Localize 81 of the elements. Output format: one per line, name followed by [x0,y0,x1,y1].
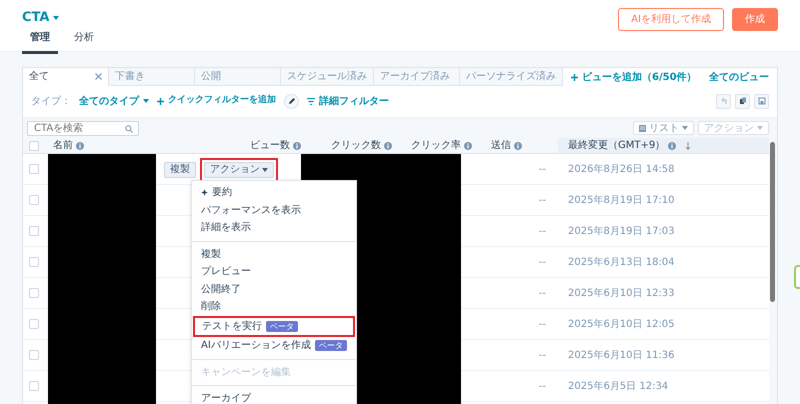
row-actions-button[interactable]: アクション [204,162,274,178]
page-title: CTA [22,9,50,27]
menu-item[interactable]: 削除 [192,298,356,316]
row-checkbox[interactable] [29,319,39,329]
menu-item[interactable]: パフォーマンスを表示 [192,202,356,219]
select-all-checkbox[interactable] [29,140,39,150]
all-views-link[interactable]: 全てのビュー [709,70,769,84]
plus-icon [157,98,164,104]
table-cell-text: -- [538,224,546,238]
caret-icon [262,168,268,172]
table-cell-text: 2025年8月19日 17:03 [568,224,675,238]
copy-icon [738,97,746,105]
row-checkbox[interactable] [29,350,39,360]
sort-icon [685,142,692,150]
table-cell-text: 2025年6月10日 12:33 [568,286,675,300]
column-header[interactable]: 送信 [486,138,558,153]
row-checkbox[interactable] [29,164,39,174]
scrollbar[interactable] [769,138,777,404]
beta-badge: ベータ [314,340,347,352]
caret-icon [53,16,60,20]
row-checkbox[interactable] [29,288,39,298]
quick-filter-link[interactable]: クイックフィルターを追加 [157,94,276,108]
info-icon [514,142,522,150]
caret-icon [682,126,688,130]
filter-icon [307,98,315,104]
page-tab[interactable]: 分析 [66,28,102,54]
info-icon [464,142,472,150]
save-icon [758,97,766,105]
info-icon [384,142,392,150]
menu-item[interactable]: AIバリエーションを作成 ベータ [192,337,356,354]
table-cell-text: 2025年6月5日 12:34 [568,380,668,394]
table-cell-text: 2026年8月26日 14:58 [568,162,675,176]
plus-icon [571,74,578,80]
caret-icon [757,126,763,130]
menu-item[interactable]: プレビュー [192,263,356,280]
close-icon [95,73,102,80]
menu-item[interactable]: 要約 [192,184,356,202]
copy-button[interactable] [735,94,750,108]
menu-item[interactable]: 詳細を表示 [192,219,356,236]
menu-item[interactable]: 公開終了 [192,280,356,298]
caret-icon [143,99,149,103]
table-cell-text: -- [538,380,546,394]
add-view-link[interactable]: ビューを追加（6/50件） [571,70,697,84]
table-cell-text: -- [538,256,546,270]
table-cell-text: 2025年6月10日 12:05 [568,318,675,332]
table-cell-text: -- [538,348,546,362]
advanced-filter-link[interactable]: 詳細フィルター [307,94,389,108]
table-cell-text: -- [538,162,546,176]
edit-button[interactable] [284,94,299,108]
info-icon [668,142,676,150]
column-header[interactable]: ビュー数 [238,138,301,153]
row-checkbox[interactable] [29,195,39,205]
clone-button[interactable]: 複製 [164,162,196,178]
scrollbar-thumb[interactable] [770,142,775,302]
row-checkbox[interactable] [29,381,39,391]
search-field[interactable]: CTAを検索 [27,120,139,136]
table-cell-text: 2025年8月19日 17:10 [568,194,675,208]
table-cell-text: 2025年6月13日 18:04 [568,256,675,270]
menu-item[interactable]: アーカイブ [192,390,356,404]
column-header[interactable]: クリック率 [406,138,486,153]
undo-icon [720,97,728,105]
type-filter-dropdown[interactable]: 全てのタイプ [79,94,149,108]
pencil-icon [288,97,296,105]
info-icon [76,142,84,150]
menu-item[interactable]: テストを実行 ベータ [195,318,353,335]
table-cell-text: -- [538,194,546,208]
table-cell-text: -- [538,286,546,300]
column-header[interactable]: 名前 [48,138,238,153]
column-header[interactable]: 最終変更（GMT+9） [558,138,769,153]
search-icon [125,124,133,132]
table-cell-text: 2025年6月10日 11:36 [568,348,675,362]
row-checkbox[interactable] [29,257,39,267]
type-filter-label: タイプ： [31,94,71,108]
column-header[interactable]: クリック数 [301,138,406,153]
table-cell-text: -- [538,318,546,332]
menu-item[interactable]: 複製 [192,246,356,263]
sparkle-icon [201,189,208,196]
beta-badge: ベータ [266,320,298,332]
info-icon [293,142,301,150]
row-checkbox[interactable] [29,226,39,236]
list-icon [639,124,646,132]
